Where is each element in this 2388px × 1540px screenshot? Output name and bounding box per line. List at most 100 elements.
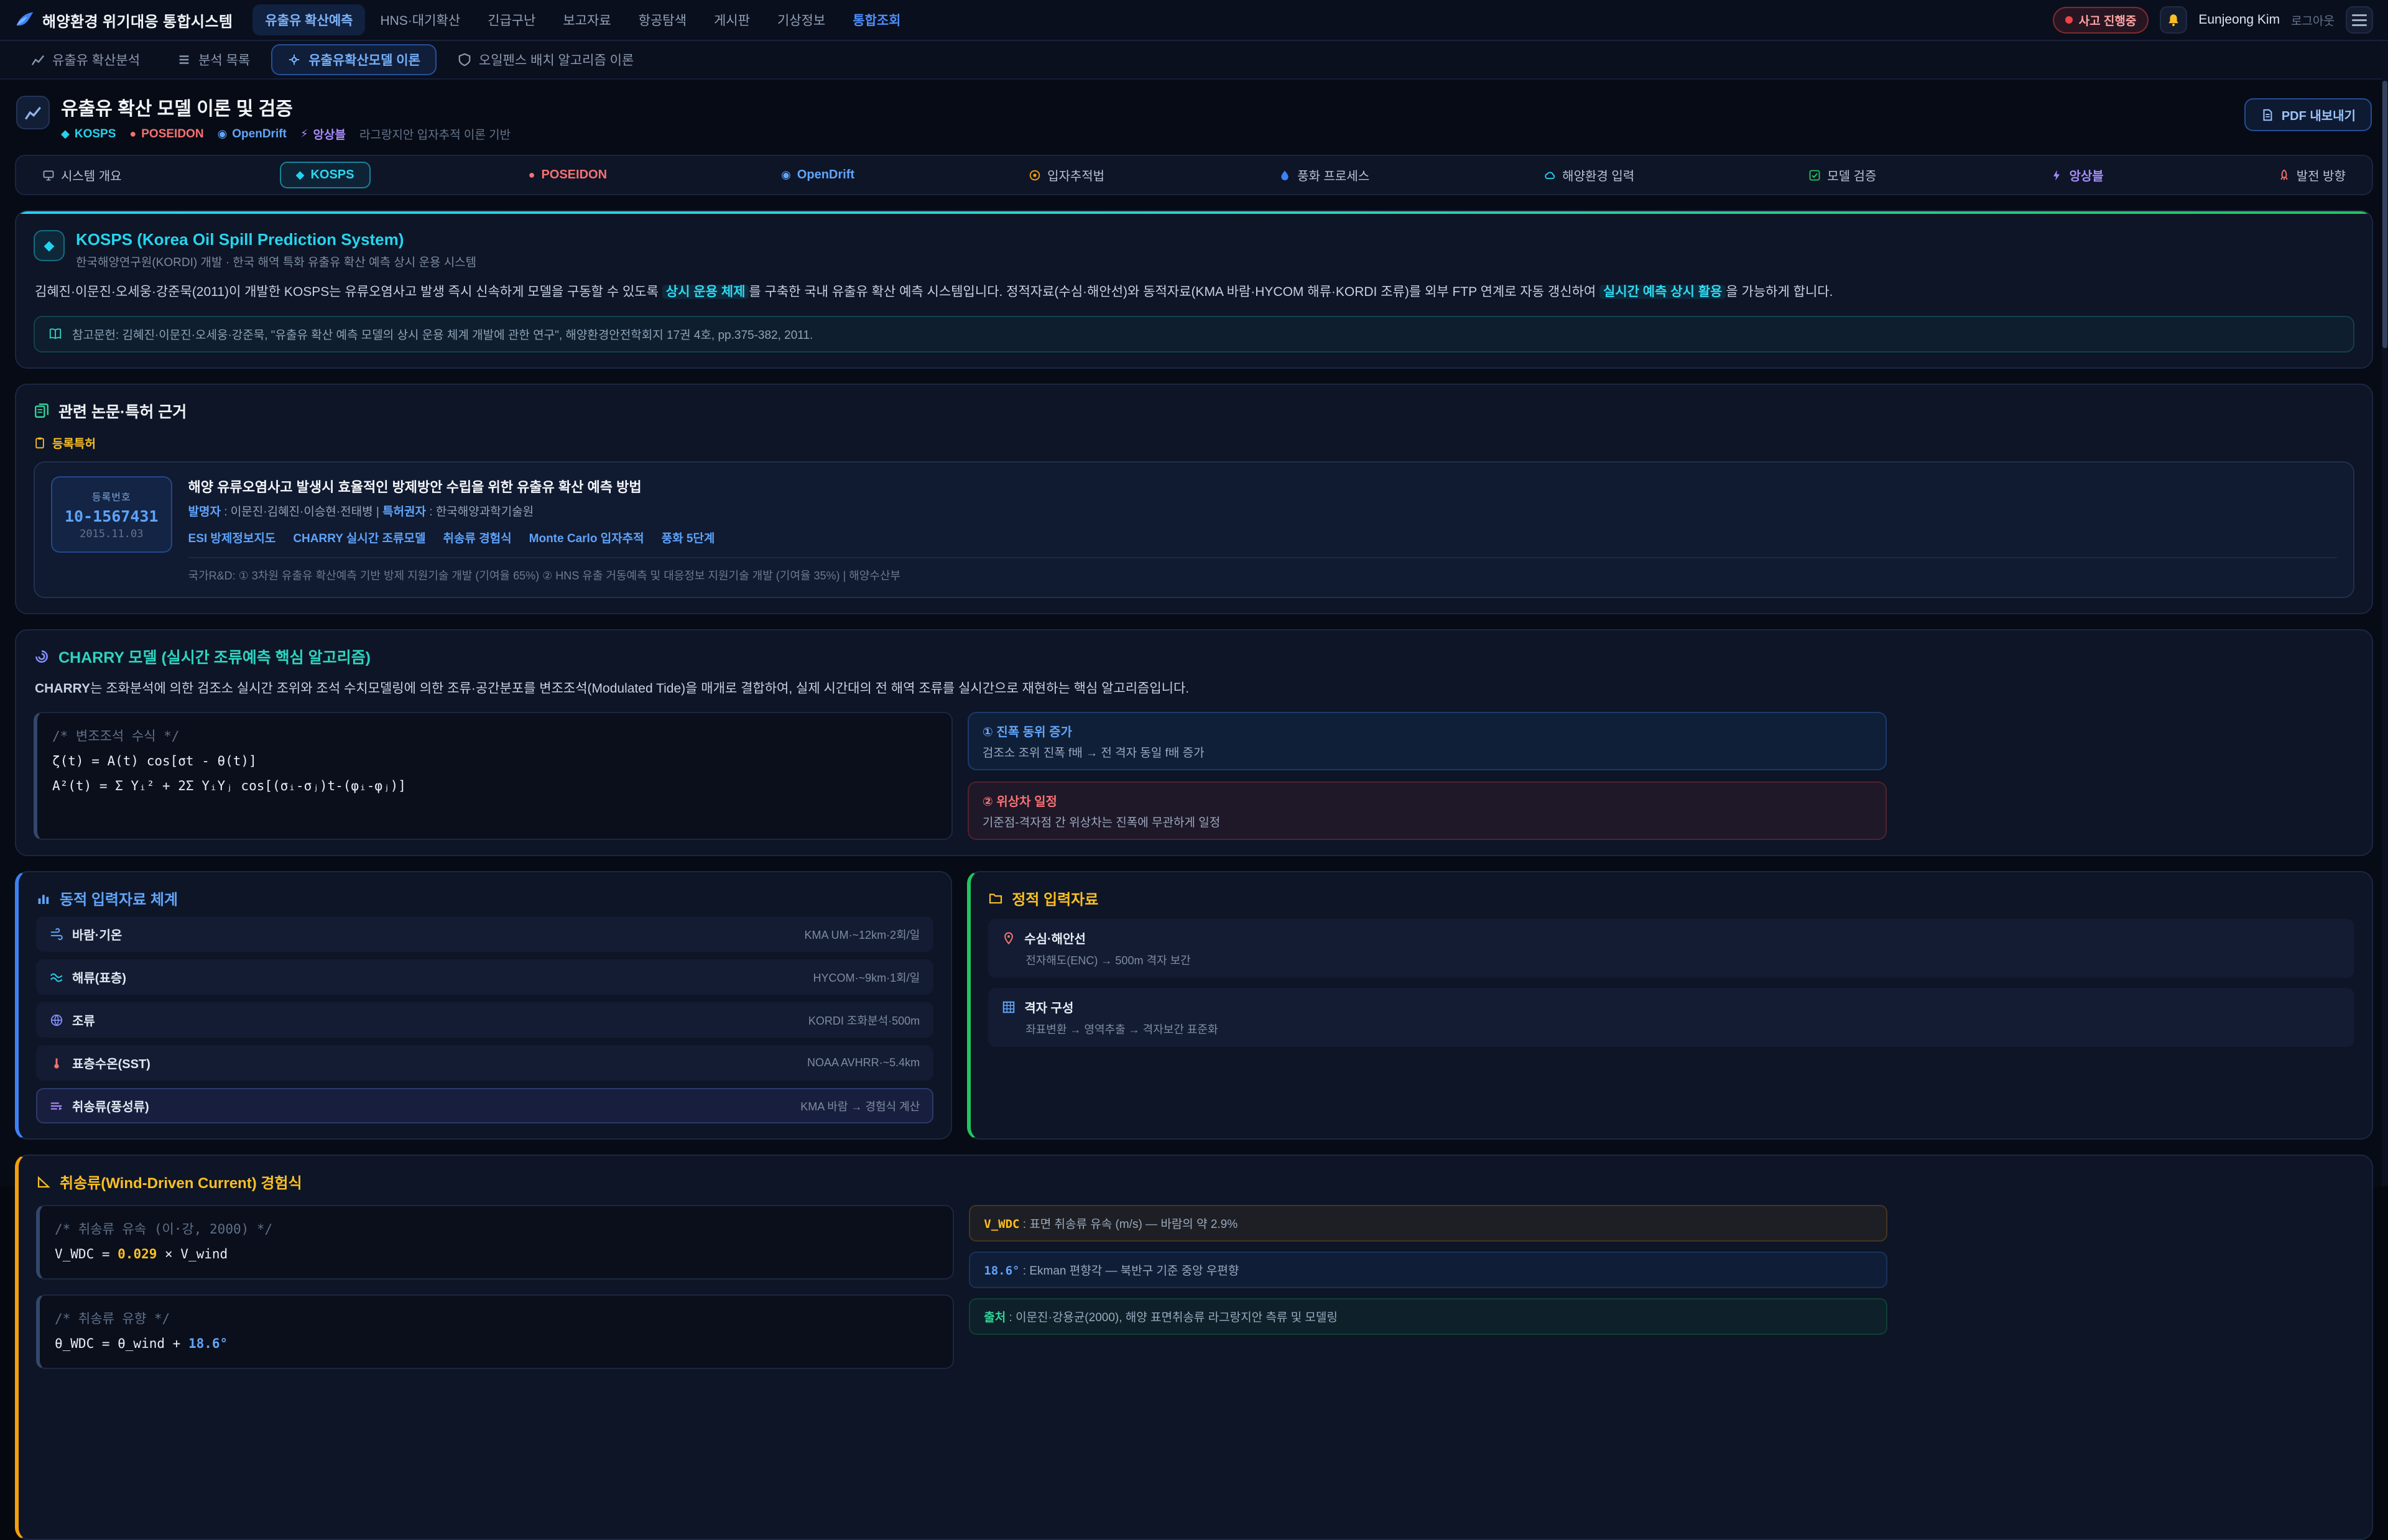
patent-title: 해양 유류오염사고 발생시 효율적인 방제방안 수립을 위한 유출유 확산 예측…: [188, 476, 2337, 496]
section-nav-ensemble[interactable]: 앙상블: [2034, 160, 2119, 190]
book-icon: [49, 327, 62, 341]
scrollbar-thumb[interactable]: [2382, 81, 2387, 348]
badge-poseidon: ●POSEIDON: [129, 127, 203, 141]
wdc-note-ekman: 18.6° : Ekman 편향각 — 북반구 기준 중앙 우편향: [969, 1252, 1887, 1288]
cloud-icon: [1543, 169, 1556, 182]
bolt-icon: ⚡: [300, 127, 308, 141]
section-nav-opendrift[interactable]: ◉ OpenDrift: [765, 162, 871, 188]
reference-text: 참고문헌: 김혜진·이문진·오세웅·강준묵, "유출유 확산 예측 모델의 상시…: [72, 326, 813, 343]
kosps-title: KOSPS (Korea Oil Spill Prediction System…: [76, 230, 476, 249]
incident-status-badge[interactable]: 사고 진행중: [2053, 7, 2149, 34]
page-scrollbar: [2382, 41, 2388, 1186]
wind-current-icon: [50, 1099, 63, 1113]
app-title: 해양환경 위기대응 통합시스템: [42, 9, 233, 31]
charry-title: CHARRY 모델 (실시간 조류예측 핵심 알고리즘): [34, 645, 2354, 668]
badge-kosps: ◆KOSPS: [61, 127, 116, 141]
patent-registration-box: 등록번호 10-1567431 2015.11.03: [51, 476, 172, 553]
nav-item-emergency-rescue[interactable]: 긴급구난: [475, 4, 548, 35]
analytics-icon: [24, 104, 42, 121]
static-row-bathymetry: 수심·해안선 전자해도(ENC) → 500m 격자 보간: [988, 919, 2354, 978]
list-icon: [177, 53, 191, 67]
tab-oil-fence-theory[interactable]: 오일펜스 배치 알고리즘 이론: [442, 44, 650, 75]
bar-chart-icon: [36, 891, 51, 906]
charry-note-phase: ② 위상차 일정 기준점-격자점 간 위상차는 진폭에 무관하게 일정: [968, 782, 1887, 840]
wing-logo-icon: [15, 10, 35, 30]
section-nav-weathering[interactable]: 풍화 프로세스: [1262, 160, 1386, 190]
input-row-tide: 조류 KORDI 조화분석·500m: [36, 1002, 933, 1038]
registration-number: 10-1567431: [65, 507, 159, 525]
tab-spread-analysis[interactable]: 유출유 확산분석: [15, 44, 156, 75]
tag-charry-model[interactable]: CHARRY 실시간 조류모델: [293, 529, 425, 546]
section-nav-overview[interactable]: 시스템 개요: [26, 160, 138, 190]
section-nav-kosps[interactable]: ◆ KOSPS: [280, 162, 371, 188]
bell-icon: [2166, 12, 2181, 27]
kosps-description: 김혜진·이문진·오세웅·강준묵(2011)이 개발한 KOSPS는 유류오염사고…: [35, 281, 2353, 303]
documents-icon: [34, 403, 50, 419]
header-note: 라그랑지안 입자추적 이론 기반: [359, 126, 511, 142]
set-square-icon: [36, 1174, 51, 1189]
patent-detail-box[interactable]: 등록번호 10-1567431 2015.11.03 해양 유류오염사고 발생시…: [34, 461, 2354, 598]
main-nav: 유출유 확산예측 HNS·대기확산 긴급구난 보고자료 항공탐색 게시판 기상정…: [252, 4, 913, 35]
patent-section-title: 관련 논문·특허 근거: [34, 400, 2354, 422]
section-nav-poseidon[interactable]: ● POSEIDON: [512, 162, 623, 188]
section-nav-validation[interactable]: 모델 검증: [1792, 160, 1892, 190]
bolt-icon: [2050, 169, 2063, 182]
app-logo[interactable]: 해양환경 위기대응 통합시스템: [15, 9, 233, 31]
notifications-button[interactable]: [2160, 6, 2187, 34]
section-nav-future[interactable]: 발전 방향: [2262, 160, 2362, 190]
tab-model-theory[interactable]: 유출유확산모델 이론: [271, 44, 437, 75]
tag-esi-map[interactable]: ESI 방제정보지도: [188, 529, 276, 546]
patent-meta: 발명자 : 이문진·김혜진·이승현·전태병 | 특허권자 : 한국해양과학기술원: [188, 502, 2337, 519]
tag-wdc-formula[interactable]: 취송류 경험식: [443, 529, 511, 546]
section-nav-ocean-input[interactable]: 해양환경 입력: [1527, 160, 1650, 190]
patent-card: 관련 논문·특허 근거 등록특허 등록번호 10-1567431 2015.11…: [15, 384, 2373, 614]
registration-label: 등록번호: [65, 489, 159, 504]
section-nav: 시스템 개요 ◆ KOSPS ● POSEIDON ◉ OpenDrift 입자…: [15, 155, 2373, 195]
swirl-icon: [34, 648, 50, 665]
nav-item-weather[interactable]: 기상정보: [765, 4, 838, 35]
chart-line-icon: [31, 53, 45, 67]
input-row-sst: 표층수온(SST) NOAA AVHRR·~5.4km: [36, 1045, 933, 1081]
diamond-icon: ◆: [61, 127, 70, 141]
wdc-note-source: 출처 : 이문진·강용균(2000), 해양 표면취송류 라그랑지안 측류 및 …: [969, 1298, 1887, 1335]
wdc-note-speed: V_WDC : 표면 취송류 유속 (m/s) — 바람의 약 2.9%: [969, 1205, 1887, 1242]
input-row-current: 해류(표층) HYCOM·~9km·1회/일: [36, 959, 933, 995]
nav-item-reports[interactable]: 보고자료: [550, 4, 623, 35]
nav-item-integrated-search[interactable]: 통합조회: [840, 4, 913, 35]
input-row-wind-driven-current: 취송류(풍성류) KMA 바람 → 경험식 계산: [36, 1088, 933, 1123]
ring-dot-icon: ◉: [218, 127, 228, 141]
charry-note-amplitude: ① 진폭 동위 증가 검조소 조위 진폭 f배 → 전 격자 동일 f배 증가: [968, 712, 1887, 770]
tag-monte-carlo[interactable]: Monte Carlo 입자추적: [529, 529, 644, 546]
sub-tabbar: 유출유 확산분석 분석 목록 유출유확산모델 이론 오일펜스 배치 알고리즘 이…: [0, 41, 2388, 80]
formula-line-1: ζ(t) = A(t) cos[σt - θ(t)]: [52, 749, 937, 774]
topbar: 해양환경 위기대응 통합시스템 유출유 확산예측 HNS·대기확산 긴급구난 보…: [0, 0, 2388, 41]
tag-weathering[interactable]: 풍화 5단계: [662, 529, 715, 546]
user-name: Eunjeong Kim: [2198, 12, 2280, 27]
wind-icon: [50, 928, 63, 941]
nav-item-board[interactable]: 게시판: [701, 4, 762, 35]
wdc-speed-formula-block: /* 취송류 유속 (이·강, 2000) */ V_WDC = 0.029 ×…: [36, 1205, 954, 1279]
check-square-icon: [1808, 169, 1821, 182]
shield-icon: [458, 53, 471, 67]
input-row-wind: 바람·기온 KMA UM·~12km·2회/일: [36, 916, 933, 952]
logout-button[interactable]: 로그아웃: [2291, 12, 2335, 29]
rocket-icon: [2278, 169, 2290, 182]
diamond-icon: ◆: [44, 237, 55, 254]
kosps-subtitle: 한국해양연구원(KORDI) 개발 · 한국 해역 특화 유출유 확산 예측 상…: [76, 253, 476, 270]
charry-card: CHARRY 모델 (실시간 조류예측 핵심 알고리즘) CHARRY는 조화분…: [15, 629, 2373, 857]
card-accent-bar: [16, 211, 2372, 214]
kosps-diamond-tile: ◆: [34, 230, 65, 261]
menu-icon: [2352, 14, 2367, 16]
pdf-export-button[interactable]: PDF 내보내기: [2244, 98, 2372, 131]
section-nav-particle-tracking[interactable]: 입자추적법: [1012, 160, 1121, 190]
page-icon-tile: [16, 96, 50, 129]
static-inputs-title: 정적 입력자료: [988, 887, 2354, 909]
hamburger-menu-button[interactable]: [2346, 6, 2373, 34]
nav-item-aerial-search[interactable]: 항공탐색: [626, 4, 699, 35]
nav-item-hns-atmosphere[interactable]: HNS·대기확산: [368, 4, 473, 35]
globe-icon: [50, 1013, 63, 1027]
page-header: 유출유 확산 모델 이론 및 검증 ◆KOSPS ●POSEIDON ◉Open…: [16, 93, 2372, 142]
tab-analysis-list[interactable]: 분석 목록: [161, 44, 266, 75]
monitor-icon: [42, 169, 55, 182]
nav-item-oil-spill-prediction[interactable]: 유출유 확산예측: [252, 4, 365, 35]
